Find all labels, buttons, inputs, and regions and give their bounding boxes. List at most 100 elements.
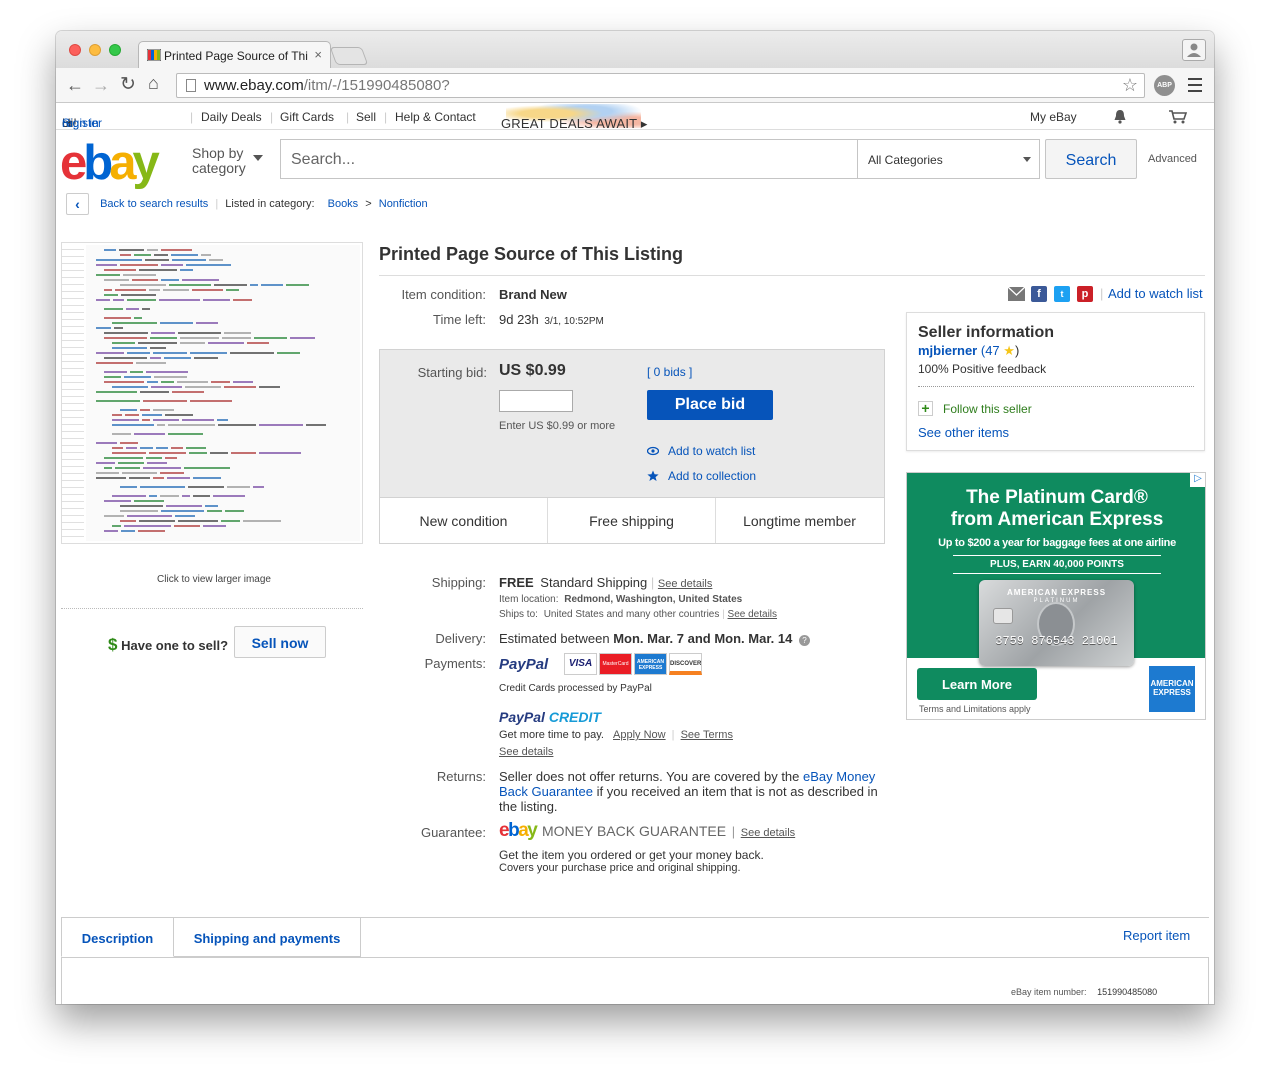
promo-banner[interactable]: GREAT DEALS AWAIT ▸: [501, 104, 651, 131]
code-line-segment: [190, 400, 232, 402]
code-line-segment: [138, 342, 177, 344]
code-line-segment: [114, 327, 123, 329]
code-line-segment: [143, 467, 181, 469]
search-button[interactable]: Search: [1045, 139, 1137, 179]
sell-now-button[interactable]: Sell now: [234, 626, 326, 658]
cart-icon[interactable]: [1168, 109, 1188, 125]
add-to-collection-link[interactable]: Add to collection: [668, 469, 756, 483]
zoom-window-button[interactable]: [109, 44, 121, 56]
sell-link[interactable]: Sell: [356, 110, 376, 124]
profile-button[interactable]: [1182, 39, 1206, 61]
search-input[interactable]: Search...: [280, 139, 858, 179]
code-line-segment: [104, 332, 148, 334]
shop-by-category-button[interactable]: Shop by category: [192, 146, 263, 176]
bid-amount-input[interactable]: [499, 390, 573, 412]
browser-tab[interactable]: Printed Page Source of Thi ×: [138, 41, 331, 68]
code-line-segment: [153, 477, 164, 479]
amex-advertisement[interactable]: ▷ The Platinum Card® from American Expre…: [906, 472, 1206, 720]
minimize-window-button[interactable]: [89, 44, 101, 56]
shipping-see-details-link[interactable]: See details: [658, 578, 712, 590]
category-select[interactable]: All Categories: [857, 139, 1040, 179]
reload-icon[interactable]: ↻: [120, 73, 136, 96]
cc-note: Credit Cards processed by PayPal: [499, 683, 652, 694]
code-line-segment: [142, 308, 150, 310]
back-to-results-link[interactable]: Back to search results: [100, 198, 208, 210]
follow-seller-link[interactable]: Follow this seller: [943, 402, 1032, 416]
see-terms-link[interactable]: See Terms: [681, 729, 733, 741]
code-line-segment: [104, 308, 123, 310]
url-host: www.ebay.com: [204, 77, 304, 94]
card-number: 3759 876543 21001: [979, 634, 1134, 648]
help-icon[interactable]: ?: [798, 635, 810, 646]
category-nonfiction-link[interactable]: Nonfiction: [379, 198, 428, 210]
menu-icon[interactable]: [1188, 78, 1202, 96]
advanced-search-link[interactable]: Advanced: [1148, 153, 1197, 165]
twitter-icon[interactable]: t: [1054, 286, 1070, 302]
back-chevron-icon[interactable]: ‹: [66, 193, 89, 215]
ad-points: PLUS, EARN 40,000 POINTS: [953, 555, 1161, 574]
code-line-segment: [134, 317, 142, 319]
bookmark-star-icon[interactable]: ☆: [1122, 75, 1138, 96]
register-link[interactable]: register: [62, 116, 102, 130]
code-line-segment: [178, 520, 218, 522]
bell-icon[interactable]: [1113, 109, 1127, 124]
bids-count-link[interactable]: [ 0 bids ]: [647, 365, 692, 379]
see-other-items-link[interactable]: See other items: [918, 425, 1009, 440]
tab-description[interactable]: Description: [61, 917, 174, 957]
code-line-segment: [134, 433, 165, 435]
logo-letter-y: y: [132, 136, 159, 190]
address-bar[interactable]: www.ebay.com/itm/-/151990485080? ☆: [176, 73, 1145, 98]
close-tab-icon[interactable]: ×: [314, 47, 322, 62]
code-line-segment: [230, 352, 274, 354]
title-divider: [379, 275, 1205, 276]
plus-icon[interactable]: +: [918, 401, 933, 416]
ad-title-1: The Platinum Card®: [966, 487, 1148, 508]
code-line-segment: [161, 381, 174, 383]
ebay-logo[interactable]: ebay: [60, 135, 160, 191]
gift-cards-link[interactable]: Gift Cards: [280, 110, 334, 124]
code-line-segment: [194, 357, 218, 359]
learn-more-button[interactable]: Learn More: [917, 668, 1037, 700]
category-books-link[interactable]: Books: [328, 198, 359, 210]
code-line-segment: [174, 525, 200, 527]
add-to-watch-list-link[interactable]: Add to watch list: [668, 444, 755, 458]
code-line-segment: [124, 525, 171, 527]
feature-longtime-member: Longtime member: [743, 513, 856, 529]
adchoices-icon[interactable]: ▷: [1190, 473, 1205, 487]
email-icon[interactable]: [1008, 286, 1025, 302]
share-add-to-watch-list-link[interactable]: Add to watch list: [1108, 286, 1203, 301]
bid-hint: Enter US $0.99 or more: [499, 420, 616, 432]
guarantee-see-details-link[interactable]: See details: [741, 827, 795, 839]
ships-to-see-details-link[interactable]: See details: [728, 609, 777, 620]
help-contact-link[interactable]: Help & Contact: [395, 110, 476, 124]
place-bid-button[interactable]: Place bid: [647, 390, 773, 420]
apply-now-link[interactable]: Apply Now: [613, 729, 666, 741]
new-tab-button[interactable]: [329, 47, 369, 65]
daily-deals-link[interactable]: Daily Deals: [201, 110, 262, 124]
pinterest-icon[interactable]: p: [1077, 286, 1093, 302]
adblock-icon[interactable]: ABP: [1154, 75, 1175, 96]
code-line-segment: [186, 447, 206, 449]
seller-name-link[interactable]: mjbierner: [918, 343, 977, 358]
code-line-segment: [182, 279, 219, 281]
seller-score[interactable]: (47: [981, 343, 1000, 358]
code-line-segment: [119, 249, 144, 251]
tab-shipping-payments[interactable]: Shipping and payments: [174, 917, 361, 957]
code-line-segment: [142, 414, 162, 416]
code-line-segment: [145, 259, 169, 261]
code-line-segment: [104, 457, 143, 459]
item-main-image[interactable]: [61, 242, 363, 544]
logo-letter-b: b: [83, 136, 113, 190]
report-item-link[interactable]: Report item: [1123, 928, 1190, 943]
code-line-segment: [156, 447, 168, 449]
back-arrow-icon[interactable]: ←: [66, 75, 84, 96]
home-icon[interactable]: ⌂: [148, 73, 159, 94]
paypal-see-details-link[interactable]: See details: [499, 746, 553, 758]
my-ebay-link[interactable]: My eBay: [1030, 110, 1077, 124]
code-line-segment: [277, 352, 300, 354]
close-window-button[interactable]: [69, 44, 81, 56]
forward-arrow-icon[interactable]: →: [92, 75, 110, 96]
facebook-icon[interactable]: f: [1031, 286, 1047, 302]
code-line-segment: [160, 495, 179, 497]
code-line-segment: [149, 452, 186, 454]
